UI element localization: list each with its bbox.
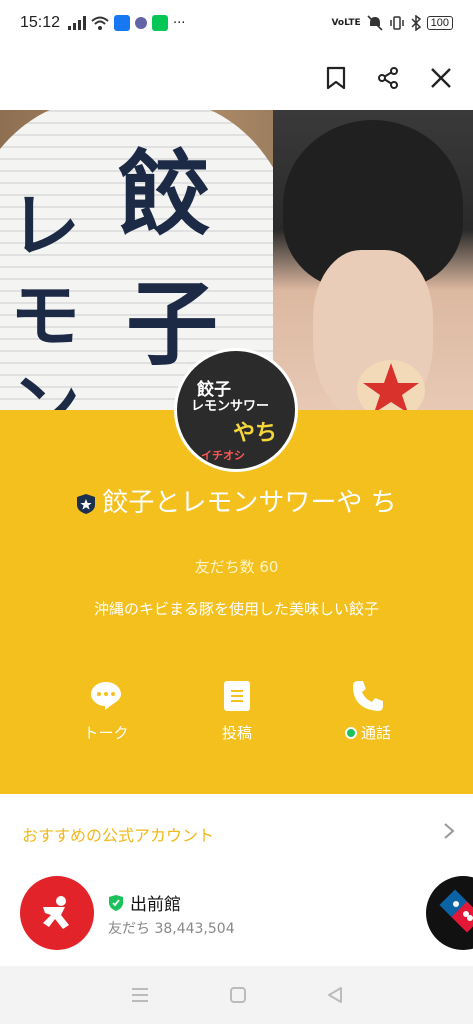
- volte-icon: VoLTE: [331, 18, 361, 28]
- more-notifications-icon: ···: [173, 15, 186, 31]
- recommended-account-friends: 友だち 38,443,504: [108, 921, 235, 937]
- share-icon: [378, 67, 398, 89]
- line-app-icon: [152, 15, 169, 31]
- recommended-account-name-text: 出前館: [130, 895, 181, 915]
- next-recommended-account-logo[interactable]: [426, 876, 473, 950]
- action-icon-wrap: [177, 676, 297, 716]
- delivery-runner-icon: [43, 896, 69, 929]
- bookmark-button[interactable]: [316, 58, 356, 98]
- star-fan-icon: [357, 360, 425, 410]
- status-bar: 15:12 ··· VoLTE 100: [0, 0, 473, 46]
- lantern-char: モ: [10, 274, 80, 357]
- facebook-app-icon: [114, 15, 131, 31]
- call-label: 通話: [360, 724, 391, 742]
- mute-icon: [367, 15, 383, 31]
- talk-label: トーク: [83, 724, 129, 742]
- recommended-account-item[interactable]: 出前館 友だち 38,443,504: [20, 872, 460, 952]
- system-navigation-bar: [0, 966, 473, 1024]
- lantern-char: レ: [10, 184, 80, 267]
- chat-bubble-icon: [91, 682, 121, 710]
- vibrate-icon: [389, 16, 404, 30]
- recommended-title: おすすめの公式アカウント: [22, 826, 215, 845]
- status-left-icons: ···: [68, 15, 185, 31]
- demaecan-logo: [20, 876, 94, 950]
- official-badge-icon: [77, 493, 96, 514]
- posts-label: 投稿: [221, 724, 252, 742]
- action-icon-wrap: [308, 676, 428, 716]
- battery-indicator: 100: [426, 16, 453, 30]
- line-official-account-profile: 15:12 ··· VoLTE 100 餃 子 レ モ ン 餃子 レモンサワー …: [0, 0, 473, 1024]
- chevron-right-icon: [444, 823, 455, 839]
- phone-icon: [353, 681, 383, 711]
- close-icon: [431, 68, 451, 88]
- wifi-icon: [91, 16, 109, 30]
- close-button[interactable]: [421, 58, 461, 98]
- action-icon-wrap: [46, 676, 166, 716]
- call-button[interactable]: 通話: [308, 676, 428, 743]
- account-name-text: 餃子とレモンサワーや ち: [102, 488, 397, 518]
- menu-icon[interactable]: [131, 987, 149, 1003]
- avatar-text: レモンサワー: [191, 399, 270, 414]
- avatar-text: イチオシ: [201, 449, 245, 462]
- dominos-logo-icon: [439, 889, 473, 933]
- verified-badge-icon: [109, 894, 123, 911]
- online-status-dot: [344, 726, 357, 739]
- lantern-char: 餃: [118, 140, 211, 248]
- friend-count: 友だち数 60: [194, 558, 279, 576]
- bluetooth-icon: [411, 15, 421, 31]
- status-right-icons: VoLTE 100: [331, 15, 453, 31]
- status-time: 15:12: [20, 14, 61, 31]
- recommended-account-name: 出前館: [108, 890, 181, 915]
- top-toolbar: [0, 46, 473, 110]
- lantern-char: ン: [10, 364, 80, 410]
- avatar-text: やち: [233, 421, 278, 446]
- share-button[interactable]: [368, 58, 408, 98]
- teams-app-icon: [135, 17, 148, 29]
- profile-avatar[interactable]: 餃子 レモンサワー やち イチオシ: [174, 348, 298, 472]
- recommended-section-header[interactable]: おすすめの公式アカウント: [0, 794, 473, 870]
- signal-icon: [68, 16, 87, 30]
- home-icon[interactable]: [229, 987, 246, 1003]
- post-icon: [224, 681, 250, 711]
- back-icon[interactable]: [327, 986, 343, 1004]
- account-name: 餃子とレモンサワーや ち: [0, 486, 473, 520]
- bookmark-icon: [326, 66, 346, 90]
- account-description: 沖縄のキビまる豚を使用した美味しい餃子: [93, 600, 379, 618]
- action-bar: トーク 投稿 通話: [0, 676, 473, 746]
- posts-button[interactable]: 投稿: [177, 676, 297, 743]
- talk-button[interactable]: トーク: [46, 676, 166, 743]
